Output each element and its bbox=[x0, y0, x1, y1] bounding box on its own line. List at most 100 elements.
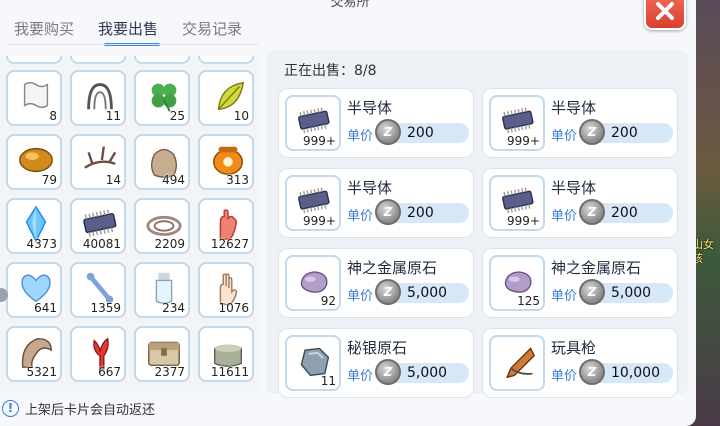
item-count: 11611 bbox=[210, 365, 249, 379]
inventory-slot-partial[interactable] bbox=[6, 56, 62, 64]
window-title: 交易所 bbox=[330, 0, 370, 10]
exchange-panel: 交易所 我要购买 我要出售 交易记录 8 11 25 10 79 14 494 313 4373… bbox=[0, 0, 696, 426]
inventory-slot[interactable]: 234 bbox=[134, 262, 190, 318]
listing-card[interactable]: 999+ 半导体 单价 Z 200 bbox=[482, 168, 678, 238]
listing-count: 92 bbox=[320, 294, 336, 308]
item-count: 79 bbox=[41, 173, 57, 187]
inventory-slot[interactable]: 8 bbox=[6, 70, 62, 126]
item-count: 1076 bbox=[218, 301, 249, 315]
tab-history[interactable]: 交易记录 bbox=[168, 14, 252, 44]
inventory-slot[interactable]: 12627 bbox=[198, 198, 254, 254]
listing-thumbnail bbox=[489, 335, 545, 391]
close-icon bbox=[656, 2, 674, 20]
listing-name: 神之金属原石 bbox=[551, 259, 642, 277]
listing-price: 200 bbox=[407, 125, 434, 141]
listing-thumbnail: 125 bbox=[489, 255, 545, 311]
listing-name: 半导体 bbox=[551, 99, 597, 117]
inventory-slot[interactable]: 641 bbox=[6, 262, 62, 318]
inventory-slot[interactable]: 14 bbox=[70, 134, 126, 190]
zeny-coin-icon: Z bbox=[375, 279, 401, 305]
listing-price: 200 bbox=[611, 125, 638, 141]
listing-price: 5,000 bbox=[407, 365, 448, 381]
item-count: 667 bbox=[98, 365, 121, 379]
listing-thumbnail: 999+ bbox=[489, 175, 545, 231]
listing-price: 5,000 bbox=[407, 285, 448, 301]
item-count: 313 bbox=[226, 173, 249, 187]
item-count: 8 bbox=[49, 109, 57, 123]
price-label: 单价 bbox=[551, 209, 578, 224]
tab-sell[interactable]: 我要出售 bbox=[84, 14, 168, 46]
inventory-slot[interactable]: 313 bbox=[198, 134, 254, 190]
inventory-slot[interactable]: 40081 bbox=[70, 198, 126, 254]
listing-thumbnail: 11 bbox=[285, 335, 341, 391]
inventory-slot-partial[interactable] bbox=[198, 56, 254, 64]
zeny-coin-icon: Z bbox=[579, 279, 605, 305]
listing-thumbnail: 92 bbox=[285, 255, 341, 311]
inventory-slot[interactable]: 667 bbox=[70, 326, 126, 382]
item-count: 641 bbox=[34, 301, 57, 315]
notice-bar: ! 上架后卡片会自动返还 bbox=[0, 396, 155, 420]
zeny-coin-icon: Z bbox=[579, 199, 605, 225]
inventory-slot[interactable]: 494 bbox=[134, 134, 190, 190]
zeny-coin-icon: Z bbox=[579, 359, 605, 385]
item-count: 494 bbox=[162, 173, 185, 187]
close-button[interactable] bbox=[644, 0, 686, 30]
item-count: 14 bbox=[105, 173, 121, 187]
listing-name: 半导体 bbox=[347, 179, 393, 197]
item-count: 12627 bbox=[210, 237, 249, 251]
listing-count: 999+ bbox=[507, 134, 540, 148]
listing-card[interactable]: 999+ 半导体 单价 Z 200 bbox=[482, 88, 678, 158]
inventory-slot[interactable]: 11 bbox=[70, 70, 126, 126]
item-count: 2377 bbox=[154, 365, 185, 379]
listing-price: 10,000 bbox=[611, 365, 660, 381]
zeny-coin-icon: Z bbox=[375, 359, 401, 385]
notice-text: 上架后卡片会自动返还 bbox=[25, 402, 156, 418]
item-count: 10 bbox=[233, 109, 249, 123]
inventory-slot[interactable]: 25 bbox=[134, 70, 190, 126]
inventory-partial-row bbox=[6, 56, 254, 64]
inventory-slot[interactable]: 5321 bbox=[6, 326, 62, 382]
listing-card[interactable]: 999+ 半导体 单价 Z 200 bbox=[278, 168, 474, 238]
zeny-coin-icon: Z bbox=[579, 119, 605, 145]
price-label: 单价 bbox=[551, 289, 578, 304]
inventory-slot[interactable]: 11611 bbox=[198, 326, 254, 382]
inventory-slot[interactable]: 79 bbox=[6, 134, 62, 190]
listing-count: 125 bbox=[517, 294, 540, 308]
listing-card[interactable]: 11 秘银原石单价 Z 5,000 bbox=[278, 328, 474, 398]
listing-thumbnail: 999+ bbox=[285, 175, 341, 231]
listing-card[interactable]: 999+ 半导体 单价 Z 200 bbox=[278, 88, 474, 158]
inventory-slot-partial[interactable] bbox=[70, 56, 126, 64]
item-count: 234 bbox=[162, 301, 185, 315]
tab-divider bbox=[8, 44, 258, 45]
inventory-slot[interactable]: 1076 bbox=[198, 262, 254, 318]
listing-count: 999+ bbox=[507, 214, 540, 228]
item-count: 4373 bbox=[26, 237, 57, 251]
listing-card[interactable]: 92 神之金属原石 单价 Z 5,000 bbox=[278, 248, 474, 318]
inventory-slot[interactable]: 10 bbox=[198, 70, 254, 126]
listing-count: 999+ bbox=[303, 214, 336, 228]
listing-name: 半导体 bbox=[551, 179, 597, 197]
inventory-slot[interactable]: 2209 bbox=[134, 198, 190, 254]
listing-thumbnail: 999+ bbox=[285, 95, 341, 151]
selling-area: 正在出售：8/8 999+ 半导体 单价 Z 200 999+ 半导体 单价 Z 200 999+ 半… bbox=[266, 50, 688, 398]
selling-header: 正在出售：8/8 bbox=[284, 63, 377, 79]
inventory-slot[interactable]: 2377 bbox=[134, 326, 190, 382]
listing-name: 秘银原石 bbox=[347, 339, 408, 357]
inventory-slot[interactable]: 1359 bbox=[70, 262, 126, 318]
listing-count: 999+ bbox=[303, 134, 336, 148]
inventory-grid: 8 11 25 10 79 14 494 313 4373 40081 2209 12627 641 13… bbox=[6, 70, 254, 382]
listing-name: 玩具枪 bbox=[551, 339, 597, 357]
listing-thumbnail: 999+ bbox=[489, 95, 545, 151]
listing-card[interactable]: 125 神之金属原石 单价 Z 5,000 bbox=[482, 248, 678, 318]
inventory-slot-partial[interactable] bbox=[134, 56, 190, 64]
inventory-area[interactable]: 8 11 25 10 79 14 494 313 4373 40081 2209 12627 641 13… bbox=[0, 56, 260, 392]
listing-card[interactable]: 玩具枪单价 Z 10,000 bbox=[482, 328, 678, 398]
price-label: 单价 bbox=[551, 369, 578, 384]
price-label: 单价 bbox=[347, 369, 374, 384]
inventory-slot[interactable]: 4373 bbox=[6, 198, 62, 254]
tab-bar: 我要购买 我要出售 交易记录 bbox=[0, 14, 262, 46]
item-count: 5321 bbox=[26, 365, 57, 379]
tab-buy[interactable]: 我要购买 bbox=[0, 14, 84, 44]
info-icon: ! bbox=[2, 399, 19, 417]
item-count: 11 bbox=[105, 109, 121, 123]
